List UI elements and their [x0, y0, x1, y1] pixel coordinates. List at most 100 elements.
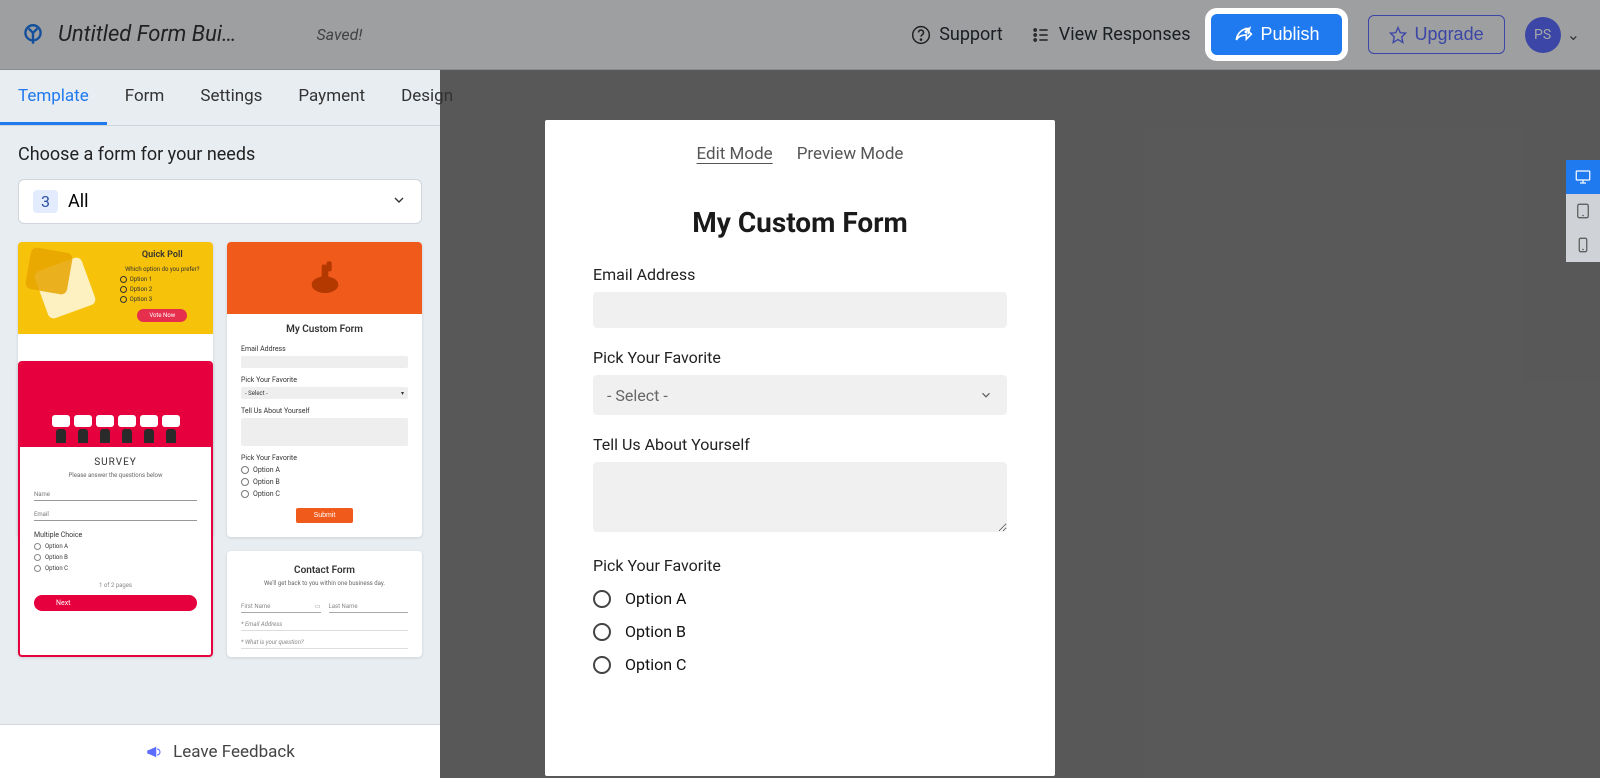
star-icon — [1389, 26, 1407, 44]
template-card-custom-form[interactable]: My Custom Form Email Address Pick Your F… — [227, 242, 422, 537]
about-textarea[interactable] — [593, 462, 1007, 532]
app-header: Untitled Form Bui… Saved! Support View R… — [0, 0, 1600, 70]
chevron-down-icon — [391, 192, 407, 212]
radio-icon[interactable] — [593, 656, 611, 674]
poll-artwork — [18, 242, 112, 334]
field-label: Tell Us About Yourself — [241, 407, 408, 415]
megaphone-icon — [145, 743, 163, 761]
mobile-icon — [1574, 236, 1592, 254]
support-link[interactable]: Support — [911, 24, 1003, 45]
upgrade-label: Upgrade — [1415, 24, 1484, 45]
field-select: - Select -▾ — [241, 387, 408, 399]
template-card-contact[interactable]: Contact Form We'll get back to you withi… — [227, 551, 422, 657]
support-label: Support — [939, 24, 1003, 45]
field-radio: Option B — [241, 478, 408, 486]
field-label: Pick Your Favorite — [241, 454, 408, 462]
form-canvas: Edit Mode Preview Mode My Custom Form Em… — [545, 120, 1055, 776]
tab-form[interactable]: Form — [107, 70, 183, 125]
field-label-about[interactable]: Tell Us About Yourself — [593, 435, 1007, 454]
survey-name-field: Name — [34, 487, 197, 501]
field-label-favorite-2[interactable]: Pick Your Favorite — [593, 556, 1007, 575]
poll-option: Option 2 — [120, 286, 205, 293]
field-label: Email Address — [241, 345, 408, 353]
page-title[interactable]: Untitled Form Bui… — [58, 22, 236, 47]
field-textarea — [241, 418, 408, 446]
custom-artwork — [227, 242, 422, 314]
field-radio: Option A — [241, 466, 408, 474]
form-title[interactable]: My Custom Form — [545, 206, 1055, 239]
contact-title: Contact Form — [241, 565, 408, 576]
user-menu-caret[interactable]: ⌄ — [1567, 25, 1580, 44]
template-filter-label: All — [68, 191, 391, 212]
radio-option-b[interactable]: Option B — [593, 622, 1007, 641]
survey-subtitle: Please answer the questions below — [34, 472, 197, 479]
viewport-mobile[interactable] — [1566, 228, 1600, 262]
template-count-badge: 3 — [33, 190, 58, 213]
tablet-icon — [1574, 202, 1592, 220]
radio-icon[interactable] — [593, 623, 611, 641]
mode-tabs: Edit Mode Preview Mode — [545, 120, 1055, 176]
field-label-favorite[interactable]: Pick Your Favorite — [593, 348, 1007, 367]
publish-label: Publish — [1261, 24, 1320, 45]
survey-pagination: 1 of 2 pages — [34, 582, 197, 589]
share-icon — [1233, 25, 1253, 45]
tab-design[interactable]: Design — [383, 70, 471, 125]
select-placeholder: - Select - — [607, 386, 668, 405]
survey-mc-label: Multiple Choice — [34, 531, 197, 539]
view-responses-label: View Responses — [1059, 24, 1191, 45]
poll-question: Which option do you prefer? — [120, 266, 205, 273]
survey-artwork — [20, 363, 211, 447]
contact-subtitle: We'll get back to you within one busines… — [241, 580, 408, 587]
view-responses-link[interactable]: View Responses — [1031, 24, 1191, 45]
radio-option-c[interactable]: Option C — [593, 655, 1007, 674]
poll-title: Quick Poll — [120, 250, 205, 260]
radio-icon[interactable] — [593, 590, 611, 608]
poll-option: Option 1 — [120, 276, 205, 283]
contact-email: * Email Address — [241, 621, 408, 631]
survey-title: SURVEY — [34, 457, 197, 468]
custom-submit: Submit — [296, 508, 354, 523]
mode-tab-edit[interactable]: Edit Mode — [697, 144, 773, 164]
survey-radio: Option A — [34, 543, 197, 550]
viewport-switcher — [1566, 160, 1600, 262]
sidebar: Template Form Settings Payment Design Ch… — [0, 70, 440, 778]
desktop-icon — [1574, 168, 1592, 186]
leave-feedback-button[interactable]: Leave Feedback — [0, 724, 440, 778]
custom-title: My Custom Form — [241, 324, 408, 335]
leave-feedback-label: Leave Feedback — [173, 742, 295, 762]
radio-option-a[interactable]: Option A — [593, 589, 1007, 608]
poll-submit: Vote Now — [137, 309, 187, 322]
sidebar-tabs: Template Form Settings Payment Design — [0, 70, 440, 126]
upgrade-button[interactable]: Upgrade — [1368, 15, 1505, 54]
contact-last-name: Last Name — [329, 603, 409, 613]
viewport-tablet[interactable] — [1566, 194, 1600, 228]
list-icon — [1031, 25, 1051, 45]
user-avatar[interactable]: PS — [1525, 17, 1561, 53]
save-status: Saved! — [316, 25, 362, 44]
tab-template[interactable]: Template — [0, 70, 107, 125]
help-icon — [911, 25, 931, 45]
mode-tab-preview[interactable]: Preview Mode — [797, 144, 904, 164]
survey-radio: Option C — [34, 565, 197, 572]
tab-settings[interactable]: Settings — [182, 70, 280, 125]
publish-button[interactable]: Publish — [1211, 14, 1342, 55]
tab-payment[interactable]: Payment — [280, 70, 383, 125]
field-label-email[interactable]: Email Address — [593, 265, 1007, 284]
field-input — [241, 356, 408, 368]
survey-email-field: Email — [34, 507, 197, 521]
chevron-down-icon — [979, 388, 993, 402]
app-logo-icon — [20, 22, 46, 48]
email-field[interactable] — [593, 292, 1007, 328]
contact-question: * What is your question? — [241, 639, 408, 649]
favorite-select[interactable]: - Select - — [593, 375, 1007, 415]
poll-option: Option 3 — [120, 296, 205, 303]
survey-radio: Option B — [34, 554, 197, 561]
field-radio: Option C — [241, 490, 408, 498]
survey-next: Next — [34, 595, 197, 611]
template-card-survey[interactable]: SURVEY Please answer the questions below… — [18, 361, 213, 657]
template-section-title: Choose a form for your needs — [18, 144, 422, 165]
template-filter-select[interactable]: 3 All — [18, 179, 422, 224]
contact-first-name: First Name▭ — [241, 603, 321, 613]
field-label: Pick Your Favorite — [241, 376, 408, 384]
viewport-desktop[interactable] — [1566, 160, 1600, 194]
